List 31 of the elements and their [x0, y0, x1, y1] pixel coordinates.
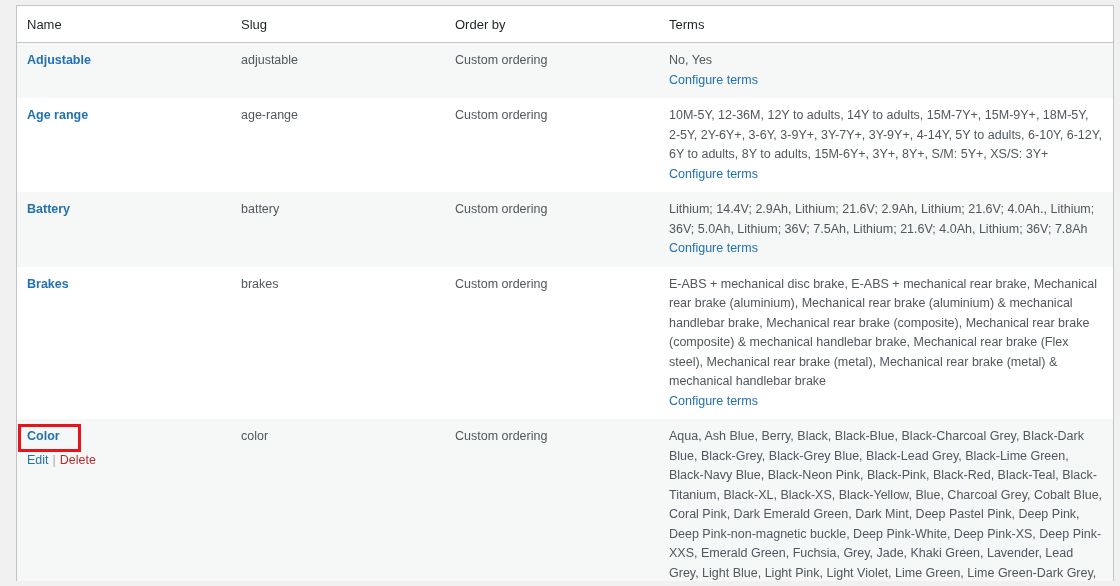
slug-text: age-range: [241, 107, 299, 124]
attribute-name-link[interactable]: Brakes: [27, 274, 69, 294]
attribute-name-link[interactable]: Color: [21, 427, 78, 449]
slug-text: adjustable: [241, 52, 299, 69]
edit-link[interactable]: Edit: [27, 450, 49, 470]
order-by-text: Custom ordering: [455, 428, 549, 445]
attribute-name-link[interactable]: Adjustable: [27, 51, 91, 71]
column-header: Order by: [454, 16, 507, 32]
configure-terms-link[interactable]: Configure terms: [669, 166, 758, 181]
separator: |: [52, 451, 56, 469]
slug-text: color: [241, 428, 270, 445]
column-header: Slug: [240, 16, 269, 32]
configure-terms-link[interactable]: Configure terms: [669, 72, 758, 87]
terms-text: 10M-5Y, 12-36M, 12Y to adults, 14Y to adults, 15M-7Y+, 15M-9Y+, 18M-5Y, 2-5Y, 2Y-6Y+, 3-6Y, 3-9Y+, 3Y-7Y+, 3Y-9Y+, 4-14Y, 5Y to adults, 6-10Y, 6-12Y, 6Y to adults, 8Y to adults, 15M-6Y+, 3Y+, 8Y+, S/M: 5Y+, XS/S: 3Y+: [669, 107, 1103, 163]
attribute-name-link[interactable]: Battery: [27, 200, 71, 220]
terms-text: No, Yes: [669, 52, 714, 69]
terms-text: Lithium; 14.4V; 2.9Ah, Lithium; 21.6V; 2.9Ah, Lithium; 21.6V; 4.0Ah., Lithium; 36V; 5.0Ah, Lithium; 36V; 7.5Ah, Lithium; 21.6V; 4.0Ah, Lithium; 36V; 7.8Ah: [669, 201, 1096, 238]
order-by-text: Custom ordering: [455, 201, 549, 218]
slug-text: battery: [241, 201, 281, 218]
configure-terms-link[interactable]: Configure terms: [669, 241, 758, 255]
column-header: Terms: [668, 16, 706, 32]
delete-link[interactable]: Delete: [59, 450, 96, 470]
order-by-text: Custom ordering: [455, 52, 549, 69]
slug-text: brakes: [241, 275, 280, 293]
order-by-text: Custom ordering: [455, 107, 549, 124]
configure-terms-link[interactable]: Configure terms: [669, 393, 758, 408]
attribute-name-link[interactable]: Age range: [27, 106, 89, 126]
terms-text: Aqua, Ash Blue, Berry, Black, Black-Blue, Black-Charcoal Grey, Black-Dark Blue, Black-Grey, Black-Grey Blue, Black-Lead Grey, Black-Lime Green, Black-Navy Blue, Black-Neon Pink, Black-Pink, Black-Red, Black-Teal, Black-Titanium, Black-XL, Black-XS, Black-Yellow, Blue, Charcoal Grey, Cobalt Blue, Coral Pink, Dark Emerald Green, Dark Mint, Deep Pastel Pink, Deep Pink, Deep Pink-non-magnetic buckle, Deep Pink-White, Deep Pink-XS, Deep Pink-XXS, Emerald Green, Fuchsia, Grey, Jade, Khaki Green, Lavender, Lead Grey, Light Blue, Light Pink, Light Violet, Lime Green, Lime Green-Dark Grey,: [669, 428, 1103, 581]
column-header: Name: [26, 16, 63, 32]
terms-text: E-ABS + mechanical disc brake, E-ABS + mechanical rear brake, Mechanical rear brake (aluminium), Mechanical rear brake (aluminium) & mechanical handlebar brake, Mechanical rear brake (composite), Mechanical rear brake (composite) & mechanical handlebar brake, Mechanical rear brake (Flex steel), Mechanical rear brake (metal), Mechanical rear brake (metal) & mechanical handlebar brake: [669, 275, 1098, 390]
order-by-text: Custom ordering: [455, 275, 549, 293]
